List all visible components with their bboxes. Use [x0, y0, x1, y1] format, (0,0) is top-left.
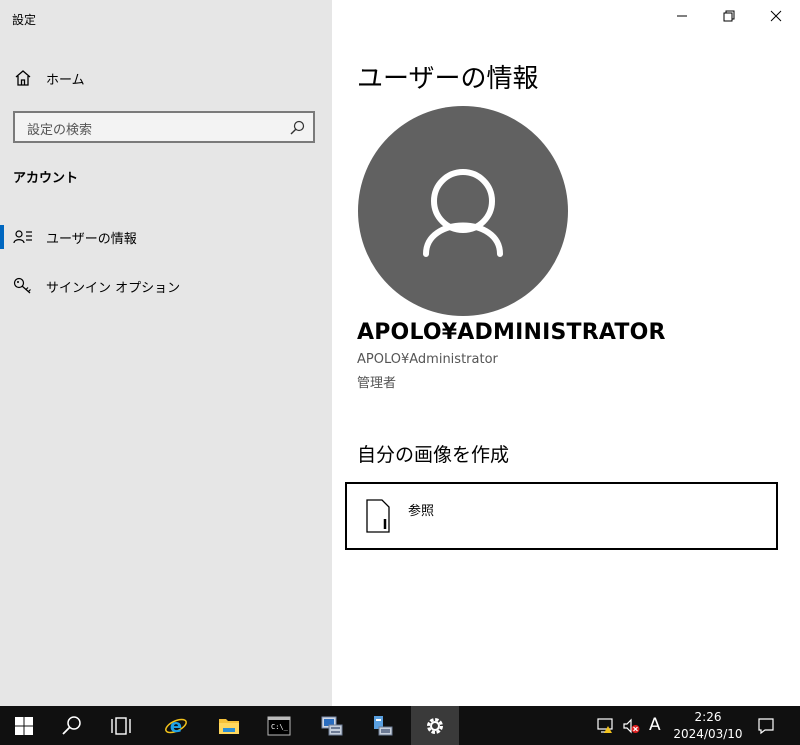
create-picture-heading: 自分の画像を作成 [357, 444, 510, 466]
gear-icon [427, 717, 443, 734]
avatar [358, 106, 568, 316]
taskbar-search-button[interactable] [48, 706, 96, 745]
internet-explorer-icon: e [165, 716, 187, 737]
minimize-button[interactable] [659, 0, 705, 32]
search-input[interactable]: 設定の検索 [13, 111, 315, 143]
home-icon [14, 69, 32, 87]
restore-button[interactable] [706, 0, 752, 32]
search-icon[interactable] [289, 120, 305, 136]
taskbar: e C:\_ A 2:26 2024/03/10 [0, 706, 800, 745]
user-display-name: APOLO¥ADMINISTRATOR [357, 320, 666, 345]
sidebar-item-user-info[interactable]: ユーザーの情報 [0, 219, 332, 255]
sidebar-item-label: ユーザーの情報 [46, 232, 137, 247]
sidebar-item-home[interactable]: ホーム [0, 62, 332, 94]
browse-button[interactable]: 参照 [345, 482, 778, 550]
windows-logo-icon [15, 716, 33, 735]
user-account: APOLO¥Administrator [357, 352, 498, 367]
task-view-icon [111, 716, 131, 735]
network-icon[interactable] [597, 717, 615, 735]
sidebar: 設定 ホーム 設定の検索 アカウント ユーザーの情報 サインイン オプション [0, 0, 332, 706]
section-heading: アカウント [13, 171, 79, 186]
taskbar-server-manager[interactable] [308, 706, 356, 745]
file-icon [365, 499, 391, 535]
user-role: 管理者 [357, 376, 397, 391]
close-button[interactable] [753, 0, 799, 32]
start-button[interactable] [0, 706, 48, 745]
svg-text:C:\_: C:\_ [271, 723, 289, 731]
clock-time[interactable]: 2:26 [678, 710, 738, 724]
browse-label: 参照 [408, 504, 435, 519]
taskbar-internet-explorer[interactable]: e [152, 706, 200, 745]
taskbar-file-explorer[interactable] [205, 706, 253, 745]
user-silhouette-icon [423, 169, 503, 257]
close-icon [770, 10, 782, 22]
server-manager-icon [321, 716, 343, 735]
folder-icon [219, 718, 239, 734]
sidebar-item-signin-options[interactable]: サインイン オプション [0, 268, 332, 304]
page-title: ユーザーの情報 [357, 64, 539, 94]
restore-icon [723, 10, 735, 22]
action-center-icon[interactable] [757, 717, 775, 735]
user-info-icon [13, 228, 33, 246]
taskbar-admin-tools[interactable] [359, 706, 407, 745]
taskbar-settings[interactable] [411, 706, 459, 745]
key-icon [13, 277, 33, 295]
terminal-icon: C:\_ [267, 716, 291, 735]
app-title: 設定 [12, 13, 37, 27]
sidebar-item-label: サインイン オプション [46, 281, 181, 296]
selection-indicator [0, 225, 4, 249]
ime-indicator[interactable]: A [649, 715, 661, 735]
volume-muted-icon[interactable] [622, 717, 640, 735]
search-icon [62, 715, 81, 735]
taskbar-command-prompt[interactable]: C:\_ [255, 706, 303, 745]
clock-date[interactable]: 2024/03/10 [672, 727, 744, 741]
admin-tools-icon [374, 715, 393, 735]
svg-text:e: e [170, 716, 182, 737]
task-view-button[interactable] [97, 706, 145, 745]
sidebar-item-label: ホーム [46, 73, 85, 88]
search-placeholder: 設定の検索 [27, 123, 93, 138]
minimize-icon [677, 15, 687, 17]
